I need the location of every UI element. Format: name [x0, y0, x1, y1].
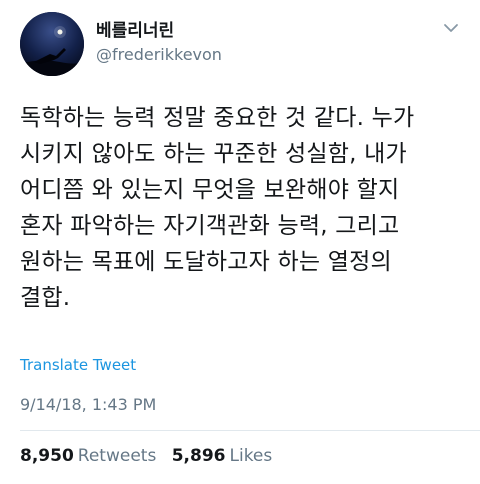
- tweet-timestamp[interactable]: 9/14/18, 1:43 PM: [20, 395, 156, 414]
- likes-count: 5,896: [171, 446, 226, 466]
- translate-tweet-link[interactable]: Translate Tweet: [20, 356, 136, 374]
- user-names: 베를리너린 @frederikkevon: [96, 20, 222, 66]
- tweet-header: 베를리너린 @frederikkevon: [20, 12, 460, 76]
- tweet-stats: 8,950 Retweets 5,896 Likes: [20, 446, 282, 466]
- tweet-text: 독학하는 능력 정말 중요한 것 같다. 누가 시키지 않아도 하는 꾸준한 성…: [20, 105, 415, 311]
- retweets-count: 8,950: [20, 446, 74, 466]
- likes-label: Likes: [229, 446, 273, 466]
- display-name[interactable]: 베를리너린: [96, 20, 222, 42]
- chevron-down-icon[interactable]: [442, 20, 460, 34]
- user-handle[interactable]: @frederikkevon: [96, 44, 222, 66]
- retweets-label: Retweets: [77, 446, 157, 466]
- divider: [20, 430, 480, 431]
- avatar[interactable]: [20, 12, 84, 76]
- avatar-image: [20, 12, 84, 76]
- retweets-stat[interactable]: 8,950 Retweets: [20, 446, 156, 466]
- likes-stat[interactable]: 5,896 Likes: [172, 446, 273, 466]
